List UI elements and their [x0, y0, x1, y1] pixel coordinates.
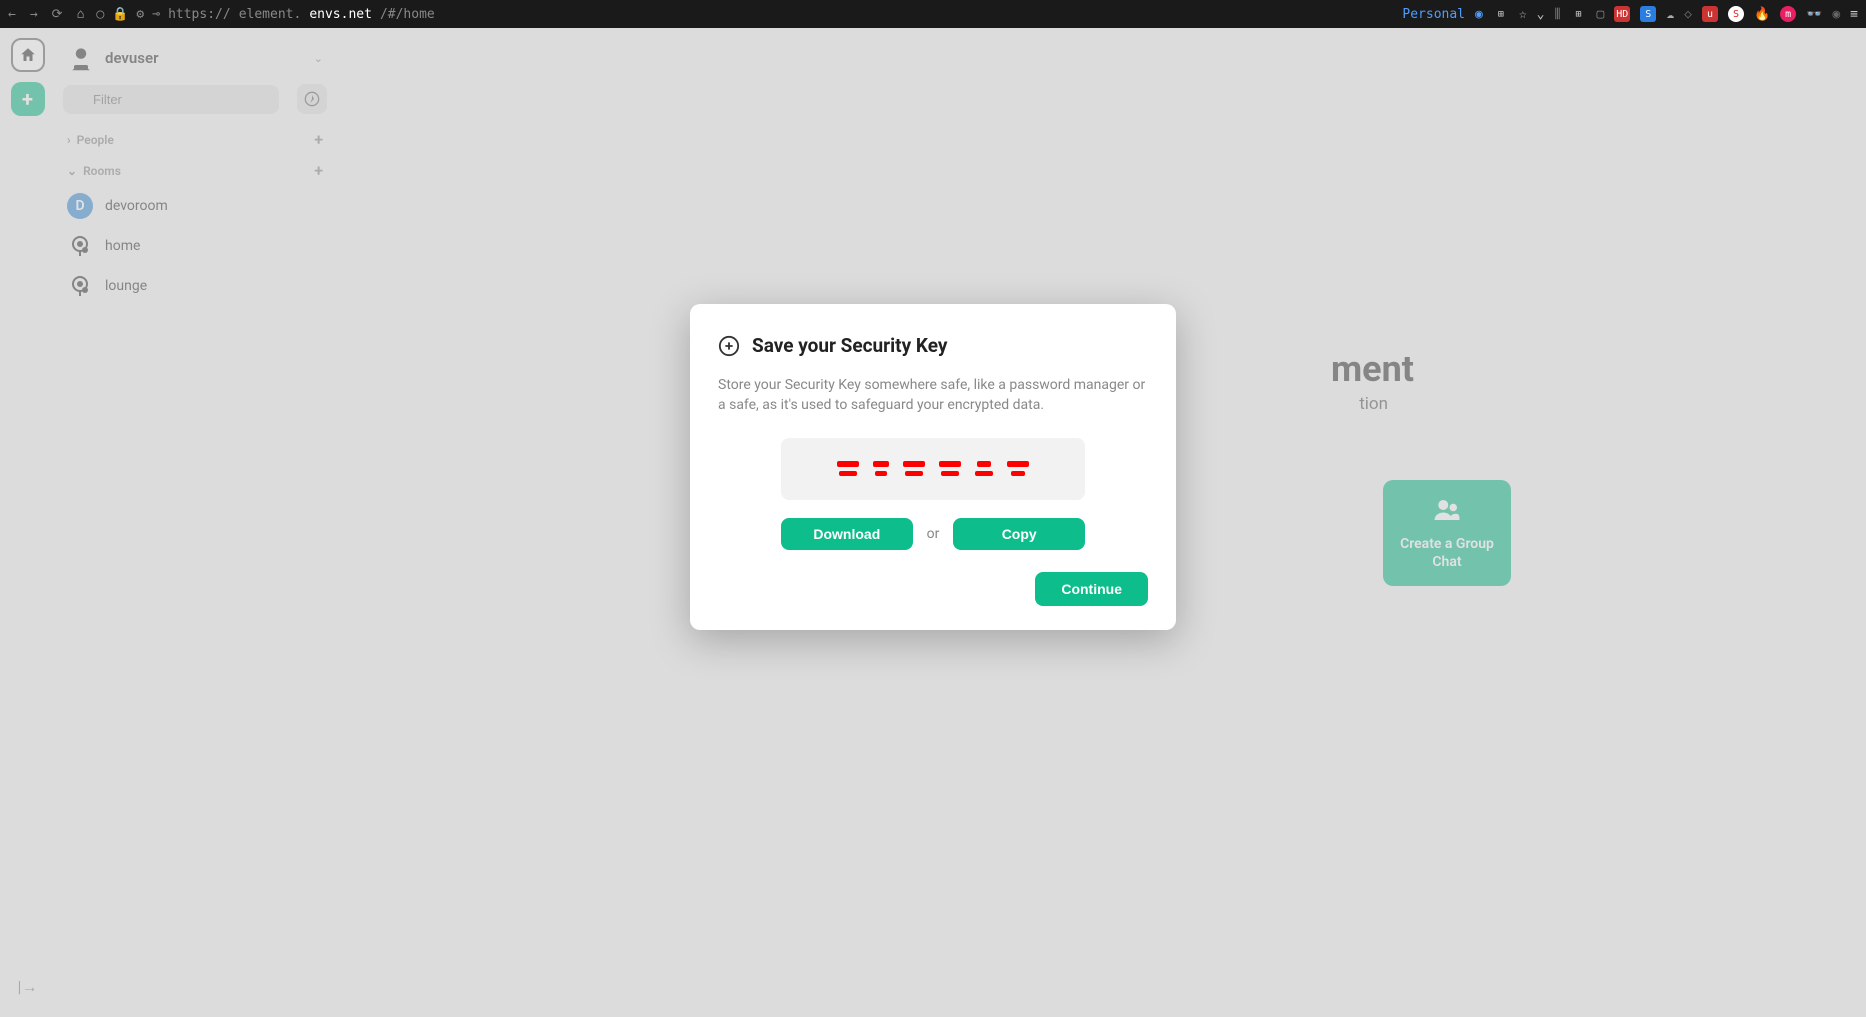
security-key-display: [781, 438, 1085, 500]
key-segment: [975, 461, 993, 476]
forward-icon[interactable]: →: [30, 7, 38, 22]
ext-icon-2[interactable]: ⊞: [1570, 6, 1586, 22]
ext-hd-icon[interactable]: HD: [1614, 6, 1630, 22]
shield-icon: ◯: [96, 7, 104, 22]
url-path: /#/home: [380, 7, 435, 22]
url-host: element.: [239, 7, 302, 22]
key-icon: ⊸: [152, 7, 160, 22]
container-label[interactable]: Personal: [1402, 7, 1465, 22]
key-segment: [873, 461, 889, 476]
reload-icon[interactable]: ⟳: [52, 7, 63, 22]
permissions-icon: ⚙: [136, 7, 144, 22]
browser-toolbar: ← → ⟳ ⌂ ◯ 🔒 ⚙ ⊸ https:// element. envs.net…: [0, 0, 1866, 28]
url-bar[interactable]: ◯ 🔒 ⚙ ⊸ https:// element. envs.net /#/home: [96, 7, 434, 22]
ext-icon-6[interactable]: ◉: [1832, 7, 1840, 22]
reader-icon[interactable]: ▢: [1596, 7, 1604, 22]
key-segment: [939, 461, 961, 476]
ext-fire-icon[interactable]: 🔥: [1754, 7, 1770, 22]
back-icon[interactable]: ←: [8, 7, 16, 22]
ext-s2-icon[interactable]: S: [1728, 6, 1744, 22]
continue-button[interactable]: Continue: [1035, 572, 1148, 606]
url-protocol: https://: [168, 7, 231, 22]
key-segment: [837, 461, 859, 476]
ext-icon-4[interactable]: ◇: [1684, 7, 1692, 22]
ext-s-icon[interactable]: S: [1640, 6, 1656, 22]
ext-icon-5[interactable]: 👓: [1806, 7, 1822, 22]
modal-overlay: Save your Security Key Store your Securi…: [0, 28, 1866, 1017]
pocket-icon[interactable]: ⌄: [1537, 7, 1545, 22]
home-nav-icon[interactable]: ⌂: [77, 7, 85, 22]
ext-icon-3[interactable]: ☁: [1666, 7, 1674, 22]
key-segment: [903, 461, 925, 476]
download-button[interactable]: Download: [781, 518, 913, 550]
key-segment: [1007, 461, 1029, 476]
copy-button[interactable]: Copy: [953, 518, 1085, 550]
bookmark-icon[interactable]: ☆: [1519, 7, 1527, 22]
url-domain: envs.net: [309, 7, 372, 22]
ext-ublock-icon[interactable]: u: [1702, 6, 1718, 22]
or-separator: or: [927, 526, 940, 542]
key-save-icon: [718, 335, 740, 357]
security-key-modal: Save your Security Key Store your Securi…: [690, 304, 1176, 630]
modal-title: Save your Security Key: [752, 334, 947, 357]
modal-description: Store your Security Key somewhere safe, …: [718, 375, 1148, 416]
lock-icon: 🔒: [112, 7, 128, 22]
ext-pink-icon[interactable]: m: [1780, 6, 1796, 22]
library-icon[interactable]: ⫼: [1555, 7, 1561, 22]
ext-icon-1[interactable]: ⊞: [1493, 6, 1509, 22]
container-icon[interactable]: ◉: [1475, 7, 1483, 22]
menu-icon[interactable]: ≡: [1850, 7, 1858, 22]
